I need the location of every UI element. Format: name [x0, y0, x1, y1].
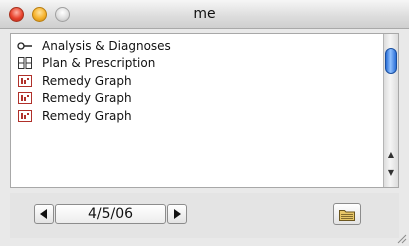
- scrollbar-thumb[interactable]: [385, 48, 397, 74]
- previous-date-button[interactable]: [34, 204, 54, 224]
- graph-icon: [16, 74, 34, 88]
- scroll-down-arrow-icon[interactable]: ▼: [384, 164, 398, 180]
- record-list-panel: Analysis & Diagnoses Plan & Prescription: [10, 33, 399, 188]
- list-item-remedy-graph-1[interactable]: Remedy Graph: [11, 72, 381, 90]
- footer-toolbar: 4/5/06: [10, 193, 399, 238]
- window-title: me: [193, 6, 216, 22]
- title-bar[interactable]: me: [0, 0, 409, 29]
- folder-icon: [339, 209, 355, 221]
- folder-button[interactable]: [333, 203, 361, 225]
- triangle-left-icon: [40, 209, 47, 219]
- list-item-remedy-graph-2[interactable]: Remedy Graph: [11, 90, 381, 108]
- list-item-label: Remedy Graph: [42, 108, 132, 123]
- resize-grip-icon[interactable]: [395, 232, 407, 244]
- app-window: me Analysis & Diagnoses Plan & Prescript…: [0, 0, 409, 246]
- vertical-scrollbar[interactable]: ▲ ▼: [383, 34, 398, 187]
- list-item-remedy-graph-3[interactable]: Remedy Graph: [11, 107, 381, 125]
- list-item-label: Remedy Graph: [42, 91, 132, 106]
- next-date-button[interactable]: [167, 204, 187, 224]
- graph-icon: [16, 91, 34, 105]
- scroll-up-arrow-icon[interactable]: ▲: [384, 146, 398, 162]
- list-item-label: Plan & Prescription: [42, 56, 156, 71]
- list-item-plan[interactable]: Plan & Prescription: [11, 55, 381, 73]
- grid-icon: [16, 56, 34, 70]
- current-date-field[interactable]: 4/5/06: [55, 204, 166, 224]
- list-item-label: Remedy Graph: [42, 73, 132, 88]
- list-item-analysis[interactable]: Analysis & Diagnoses: [11, 37, 381, 55]
- list-item-label: Analysis & Diagnoses: [42, 38, 171, 53]
- triangle-right-icon: [174, 209, 181, 219]
- graph-icon: [16, 109, 34, 123]
- key-icon: [16, 39, 34, 53]
- record-list: Analysis & Diagnoses Plan & Prescription: [11, 37, 381, 125]
